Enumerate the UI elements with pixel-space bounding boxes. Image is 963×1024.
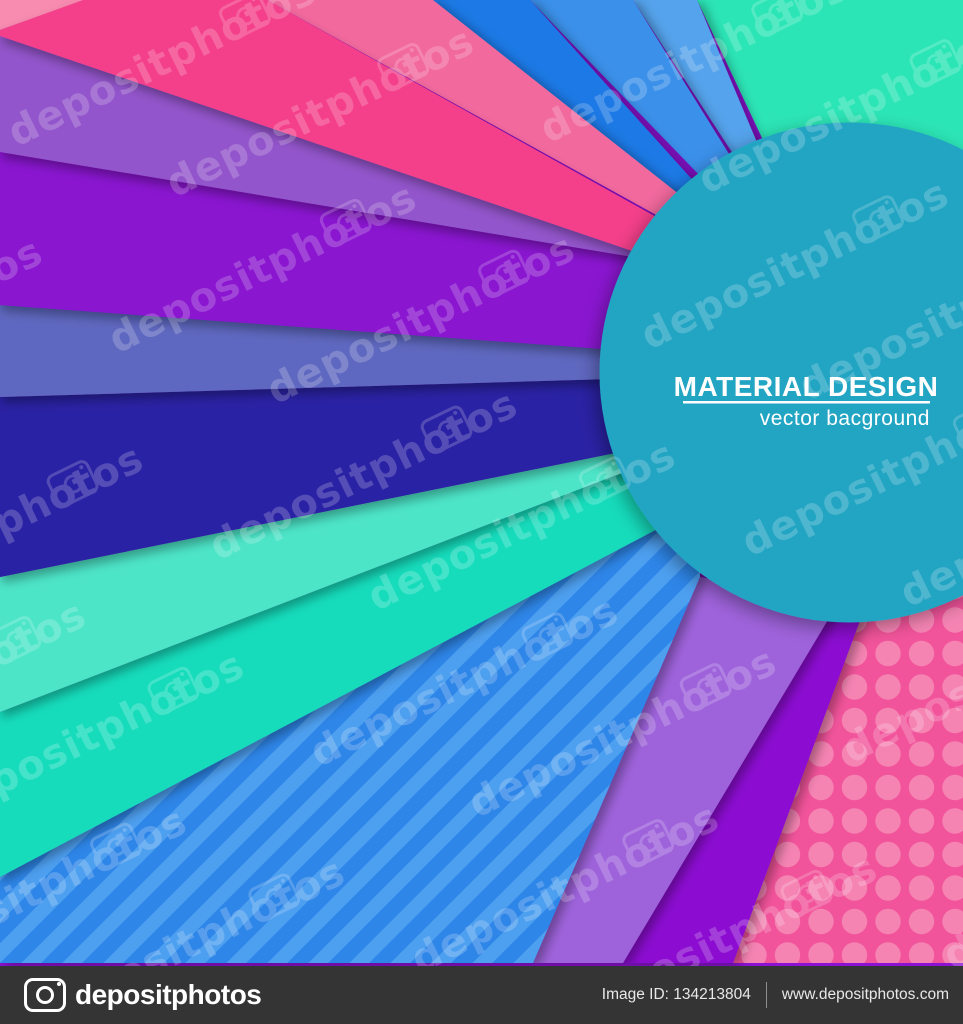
footer-meta: Image ID: 134213804 www.depositphotos.co… xyxy=(602,982,963,1008)
footer-bar: depositphotos Image ID: 134213804 www.de… xyxy=(0,966,963,1024)
brand-name: depositphotos xyxy=(75,979,262,1010)
material-design-artwork: MATERIAL DESIGN vector bacground xyxy=(0,0,963,966)
image-id-label: Image ID: 134213804 xyxy=(601,986,751,1003)
artwork-subtitle: vector bacground xyxy=(760,407,930,430)
website-url: www.depositphotos.com xyxy=(781,986,949,1003)
artwork-title: MATERIAL DESIGN xyxy=(674,371,939,402)
stock-image-preview: MATERIAL DESIGN vector bacground deposit… xyxy=(0,0,963,1024)
artwork-area: MATERIAL DESIGN vector bacground deposit… xyxy=(0,0,963,966)
footer-divider xyxy=(765,982,767,1008)
camera-logo-icon xyxy=(24,978,66,1012)
footer-brand: depositphotos xyxy=(0,978,602,1012)
title-underline xyxy=(683,401,930,404)
